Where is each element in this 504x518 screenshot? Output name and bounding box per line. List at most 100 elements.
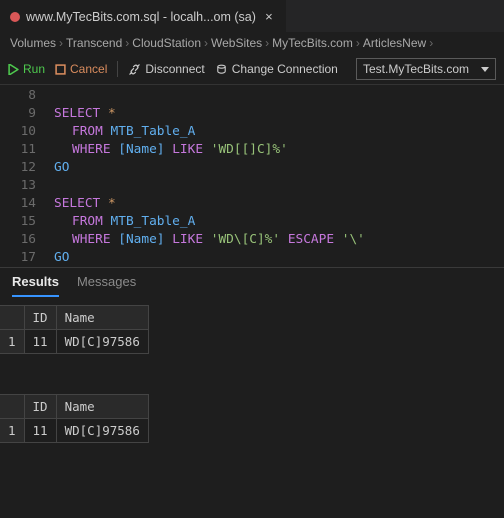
chevron-down-icon [481, 67, 489, 72]
cell[interactable]: WD[C]97586 [56, 330, 148, 354]
toolbar-separator [117, 61, 118, 77]
code-line[interactable]: GO [50, 249, 504, 267]
close-icon[interactable]: × [262, 10, 276, 24]
table-row[interactable]: 111WD[C]97586 [0, 330, 148, 354]
code-token: 'WD\[C]%' [211, 232, 280, 247]
column-header[interactable]: Name [56, 306, 148, 330]
cancel-label: Cancel [70, 62, 107, 76]
code-line[interactable]: WHERE [Name] LIKE 'WD\[C]%' ESCAPE '\' [50, 231, 504, 249]
line-number: 15 [0, 213, 36, 231]
breadcrumb: Volumes › Transcend › CloudStation › Web… [0, 32, 504, 54]
line-number: 13 [0, 177, 36, 195]
line-number: 17 [0, 249, 36, 267]
line-number: 8 [0, 87, 36, 105]
breadcrumb-segment[interactable]: WebSites [211, 36, 262, 50]
code-line[interactable]: FROM MTB_Table_A [50, 123, 504, 141]
code-token: * [108, 196, 116, 211]
column-header[interactable]: Name [56, 395, 148, 419]
disconnect-button[interactable]: Disconnect [128, 62, 204, 76]
code-token [100, 106, 108, 121]
database-select-value: Test.MyTecBits.com [363, 62, 469, 76]
code-line[interactable]: SELECT * [50, 105, 504, 123]
code-token [334, 232, 342, 247]
breadcrumb-segment[interactable]: CloudStation [132, 36, 201, 50]
breadcrumb-segment[interactable]: Transcend [66, 36, 122, 50]
tab-title: www.MyTecBits.com.sql - localh...om (sa) [26, 10, 256, 24]
result-grid: IDName111WD[C]97586 [0, 394, 504, 443]
tab-messages[interactable]: Messages [77, 274, 136, 297]
disconnect-icon [128, 63, 141, 76]
result-grid: IDName111WD[C]97586 [0, 305, 504, 354]
code-token [280, 232, 288, 247]
code-token [100, 196, 108, 211]
code-token [103, 124, 111, 139]
database-select[interactable]: Test.MyTecBits.com [356, 58, 496, 80]
column-header[interactable]: ID [24, 306, 56, 330]
breadcrumb-segment[interactable]: Volumes [10, 36, 56, 50]
code-token: MTB_Table_A [111, 124, 196, 139]
code-token: WHERE [72, 232, 111, 247]
change-connection-button[interactable]: Change Connection [215, 62, 338, 76]
code-token: 'WD[[]C]%' [211, 142, 288, 157]
row-number-header [0, 306, 24, 330]
code-token: LIKE [172, 142, 203, 157]
code-line[interactable]: SELECT * [50, 195, 504, 213]
chevron-right-icon: › [429, 36, 433, 50]
results-grids: IDName111WD[C]97586 IDName111WD[C]97586 [0, 305, 504, 443]
chevron-right-icon: › [204, 36, 208, 50]
line-number: 12 [0, 159, 36, 177]
chevron-right-icon: › [125, 36, 129, 50]
line-number: 11 [0, 141, 36, 159]
tab-results[interactable]: Results [12, 274, 59, 297]
stop-icon [55, 64, 66, 75]
breadcrumb-segment[interactable]: ArticlesNew [363, 36, 426, 50]
code-token: MTB_Table_A [111, 214, 196, 229]
row-number-header [0, 395, 24, 419]
sql-file-icon [10, 12, 20, 22]
chevron-right-icon: › [265, 36, 269, 50]
code-token: SELECT [54, 106, 100, 121]
results-panel: Results Messages IDName111WD[C]97586 IDN… [0, 267, 504, 443]
code-token: GO [54, 250, 69, 265]
code-line[interactable]: WHERE [Name] LIKE 'WD[[]C]%' [50, 141, 504, 159]
code-token: WHERE [72, 142, 111, 157]
code-line[interactable] [50, 177, 504, 195]
chevron-right-icon: › [356, 36, 360, 50]
line-number: 9 [0, 105, 36, 123]
tab-bar: www.MyTecBits.com.sql - localh...om (sa)… [0, 0, 504, 32]
code-line[interactable]: GO [50, 159, 504, 177]
code-token: * [108, 106, 116, 121]
breadcrumb-segment[interactable]: MyTecBits.com [272, 36, 353, 50]
toolbar: Run Cancel Disconnect Change Connection … [0, 54, 504, 85]
row-number: 1 [0, 419, 24, 443]
change-connection-label: Change Connection [232, 62, 338, 76]
code-area[interactable]: SELECT *FROM MTB_Table_AWHERE [Name] LIK… [50, 87, 504, 267]
code-token: LIKE [172, 232, 203, 247]
row-number: 1 [0, 330, 24, 354]
editor-tab[interactable]: www.MyTecBits.com.sql - localh...om (sa)… [0, 0, 286, 32]
code-line[interactable] [50, 87, 504, 105]
code-token: GO [54, 160, 69, 175]
cell[interactable]: WD[C]97586 [56, 419, 148, 443]
line-number: 10 [0, 123, 36, 141]
play-icon [8, 64, 19, 75]
disconnect-label: Disconnect [145, 62, 204, 76]
code-token: FROM [72, 214, 103, 229]
table-row[interactable]: 111WD[C]97586 [0, 419, 148, 443]
code-token [103, 214, 111, 229]
code-line[interactable]: FROM MTB_Table_A [50, 213, 504, 231]
panel-tabs: Results Messages [0, 268, 504, 297]
cancel-button[interactable]: Cancel [55, 62, 107, 76]
code-token [203, 232, 211, 247]
line-number: 16 [0, 231, 36, 249]
line-gutter: 891011121314151617 [0, 87, 50, 267]
run-button[interactable]: Run [8, 62, 45, 76]
cell[interactable]: 11 [24, 419, 56, 443]
code-token: [Name] [118, 232, 164, 247]
column-header[interactable]: ID [24, 395, 56, 419]
cell[interactable]: 11 [24, 330, 56, 354]
chevron-right-icon: › [59, 36, 63, 50]
code-editor[interactable]: 891011121314151617 SELECT *FROM MTB_Tabl… [0, 85, 504, 267]
code-token: [Name] [118, 142, 164, 157]
code-token [203, 142, 211, 157]
